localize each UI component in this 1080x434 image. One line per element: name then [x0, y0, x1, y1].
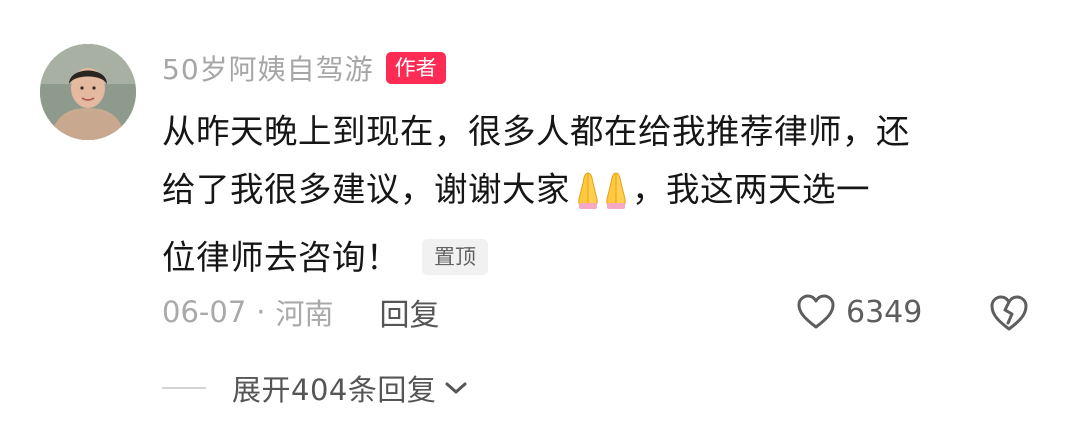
chevron-down-icon	[445, 382, 467, 394]
praying-hands-emoji	[574, 169, 630, 229]
author-badge: 作者	[385, 52, 446, 84]
expand-replies[interactable]: 展开404条回复	[162, 366, 468, 410]
meta-separator: ·	[256, 295, 266, 329]
heart-outline-icon	[797, 294, 835, 329]
avatar[interactable]	[40, 44, 136, 140]
comment-location: 河南	[275, 297, 334, 331]
comment-text-line-3: 位律师去咨询！	[162, 238, 400, 277]
reply-button[interactable]: 回复	[380, 290, 440, 334]
comment-text-line-2a: 给了我很多建议，谢谢大家	[162, 170, 570, 209]
divider-line	[162, 387, 206, 389]
comment-date: 06-07	[162, 295, 247, 329]
broken-heart-icon	[990, 295, 1028, 331]
dislike-button[interactable]	[988, 292, 1030, 334]
like-count: 6349	[846, 294, 923, 330]
author-row: 50岁阿姨自驾游 作者	[162, 48, 446, 88]
pinned-badge: 置顶	[422, 239, 488, 275]
comment-item: 50岁阿姨自驾游 作者 从昨天晚上到现在，很多人都在给我推荐律师，还 给了我很多…	[0, 0, 1080, 434]
comment-meta: 06-07 · 河南 回复	[162, 290, 440, 334]
comment-text-line-1: 从昨天晚上到现在，很多人都在给我推荐律师，还	[162, 112, 910, 151]
author-name[interactable]: 50岁阿姨自驾游	[162, 48, 374, 88]
comment-text-line-2b: ，我这两天选一	[632, 170, 870, 209]
like-button[interactable]: 6349	[796, 290, 922, 334]
comment-body: 从昨天晚上到现在，很多人都在给我推荐律师，还 给了我很多建议，谢谢大家 ，我这两…	[162, 103, 1042, 287]
expand-replies-label: 展开404条回复	[232, 373, 437, 407]
